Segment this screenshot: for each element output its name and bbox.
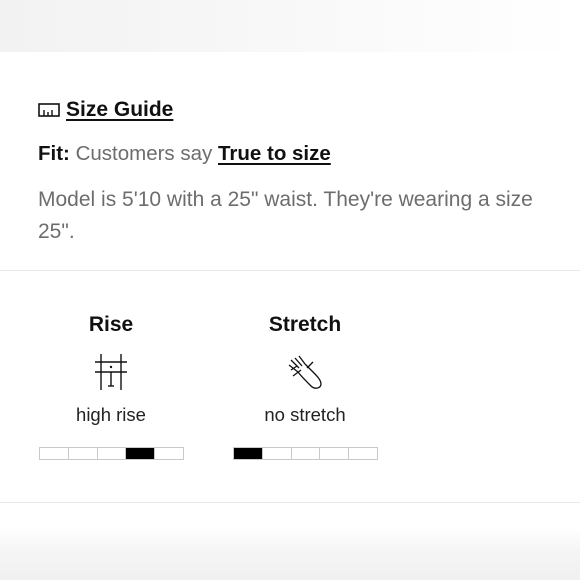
rise-title: Rise xyxy=(88,313,134,336)
stretch-attribute: Stretch no stretch xyxy=(232,312,378,426)
true-to-size-link[interactable]: True to size xyxy=(218,142,331,165)
stretch-value: no stretch xyxy=(264,404,346,425)
stretch-meter-segment xyxy=(320,448,350,459)
rise-icon xyxy=(95,354,127,390)
fit-text: Customers say xyxy=(75,142,213,165)
model-info: Model is 5'10 with a 25" waist. They're … xyxy=(38,188,533,243)
rise-meter-segment xyxy=(97,448,127,459)
divider-bottom xyxy=(0,502,580,503)
bottom-image-fade xyxy=(0,528,580,580)
rise-meter-segment xyxy=(40,448,69,459)
stretch-meter-segment xyxy=(262,448,292,459)
size-guide-label: Size Guide xyxy=(66,98,174,121)
fit-line: Fit: Customers say True to size xyxy=(38,142,331,166)
divider-top xyxy=(0,270,580,271)
stretch-meter-segment xyxy=(234,448,263,459)
rise-meter-segment xyxy=(155,448,183,459)
rise-meter-segment xyxy=(68,448,98,459)
stretch-meter xyxy=(233,447,378,460)
stretch-meter-segment xyxy=(291,448,321,459)
stretch-icon xyxy=(288,355,322,389)
ruler-icon xyxy=(38,103,60,117)
top-image-fade xyxy=(0,0,580,52)
stretch-title: Stretch xyxy=(268,313,342,336)
size-guide-link[interactable]: Size Guide xyxy=(38,98,173,122)
rise-meter-segment xyxy=(126,448,156,459)
stretch-meter-segment xyxy=(349,448,377,459)
rise-attribute: Rise high rise xyxy=(38,312,184,426)
fit-label: Fit: xyxy=(38,142,70,165)
rise-meter xyxy=(39,447,184,460)
rise-value: high rise xyxy=(76,404,146,425)
